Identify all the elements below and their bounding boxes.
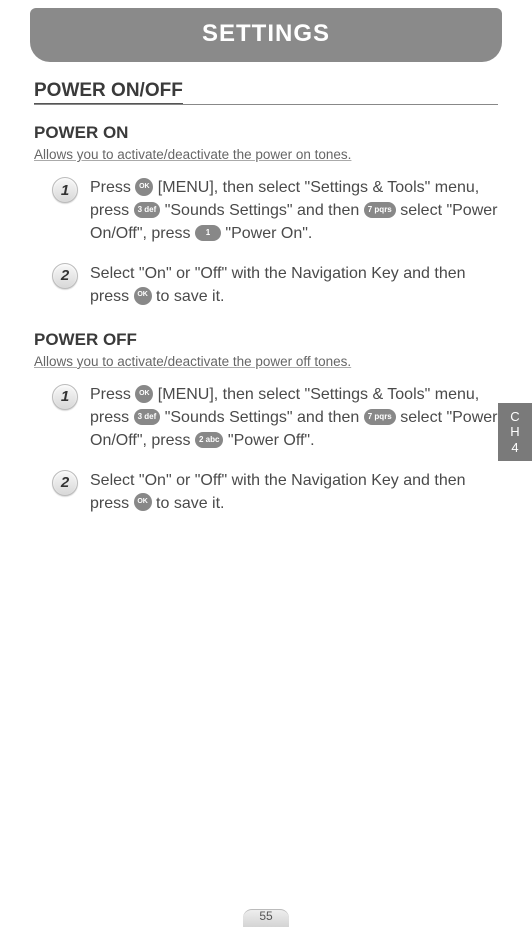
step-badge: 2: [52, 470, 78, 496]
step-text: Press OK [MENU], then select "Settings &…: [90, 383, 498, 453]
chapter-tab: C H 4: [498, 403, 532, 461]
ok-icon: OK: [135, 385, 153, 403]
text-fragment: Press: [90, 179, 135, 196]
step-badge: 2: [52, 263, 78, 289]
page-number-text: 55: [259, 909, 272, 923]
key-3-icon: 3 def: [134, 409, 161, 425]
text-fragment: "Sounds Settings" and then: [160, 409, 364, 426]
text-fragment: "Power On".: [221, 225, 312, 242]
power-on-block: POWER ON Allows you to activate/deactiva…: [34, 123, 498, 308]
step-text: Select "On" or "Off" with the Navigation…: [90, 469, 498, 515]
section-title: POWER ON/OFF: [34, 80, 498, 105]
text-fragment: to save it.: [152, 288, 225, 305]
text-fragment: to save it.: [152, 495, 225, 512]
ok-icon: OK: [135, 178, 153, 196]
chapter-tab-num: 4: [511, 440, 518, 456]
chapter-tab-c: C: [510, 409, 519, 425]
key-1-icon: 1: [195, 225, 221, 241]
key-7-icon: 7 pqrs: [364, 202, 396, 218]
power-off-desc: Allows you to activate/deactivate the po…: [34, 354, 498, 369]
power-on-desc: Allows you to activate/deactivate the po…: [34, 147, 498, 162]
step-badge: 1: [52, 384, 78, 410]
power-on-step-2: 2 Select "On" or "Off" with the Navigati…: [52, 262, 498, 308]
text-fragment: Press: [90, 386, 135, 403]
ok-icon: OK: [134, 493, 152, 511]
chapter-tab-h: H: [510, 424, 519, 440]
page-number: 55: [243, 905, 289, 927]
power-on-title: POWER ON: [34, 123, 498, 143]
power-off-title: POWER OFF: [34, 330, 498, 350]
content-area: POWER ON/OFF POWER ON Allows you to acti…: [0, 62, 532, 515]
key-7-icon: 7 pqrs: [364, 409, 396, 425]
text-fragment: "Sounds Settings" and then: [160, 202, 364, 219]
step-text: Select "On" or "Off" with the Navigation…: [90, 262, 498, 308]
step-text: Press OK [MENU], then select "Settings &…: [90, 176, 498, 246]
step-badge: 1: [52, 177, 78, 203]
text-fragment: "Power Off".: [223, 432, 314, 449]
power-off-block: POWER OFF Allows you to activate/deactiv…: [34, 330, 498, 515]
power-off-step-1: 1 Press OK [MENU], then select "Settings…: [52, 383, 498, 453]
key-3-icon: 3 def: [134, 202, 161, 218]
section-title-text: POWER ON/OFF: [34, 80, 183, 104]
key-2-icon: 2 abc: [195, 432, 223, 448]
power-on-step-1: 1 Press OK [MENU], then select "Settings…: [52, 176, 498, 246]
power-off-step-2: 2 Select "On" or "Off" with the Navigati…: [52, 469, 498, 515]
header-title: SETTINGS: [30, 20, 502, 48]
header-bar: SETTINGS: [30, 8, 502, 62]
ok-icon: OK: [134, 287, 152, 305]
